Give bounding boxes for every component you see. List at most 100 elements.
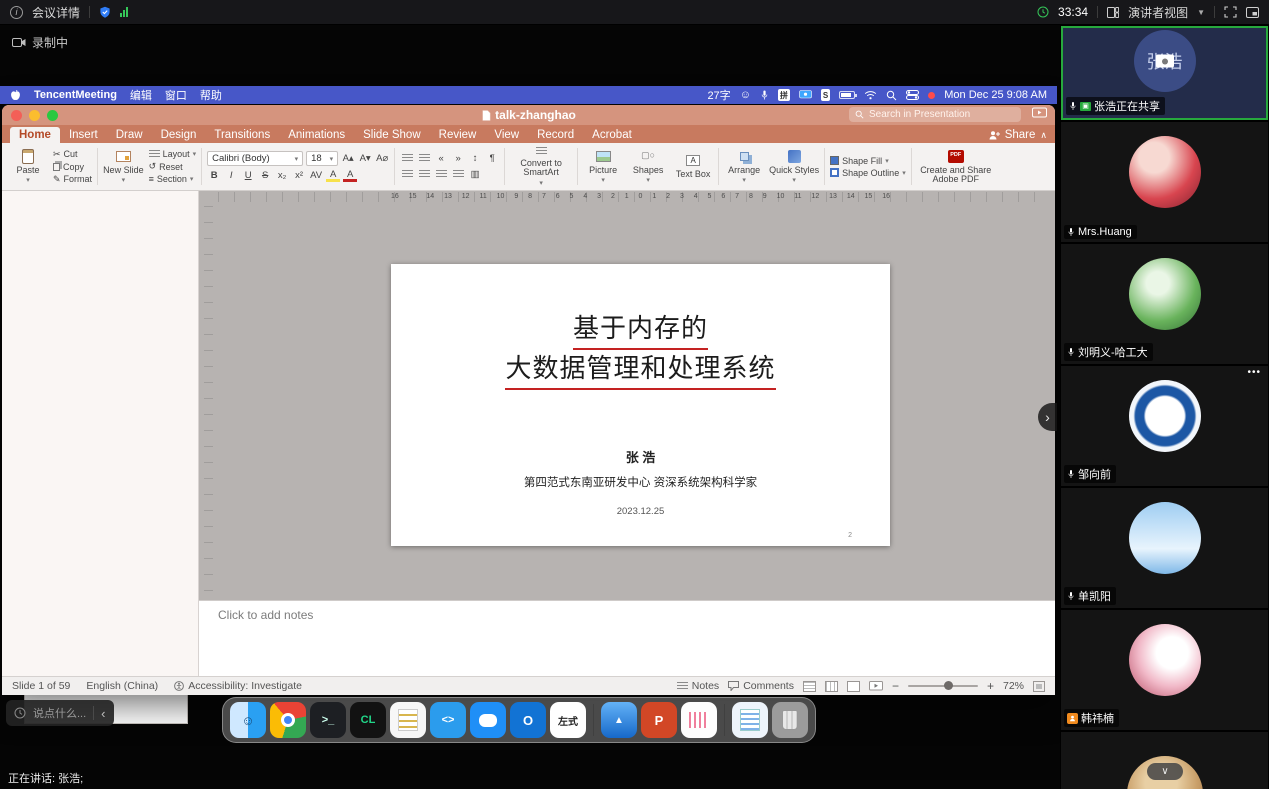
bullets-button[interactable] xyxy=(400,152,414,165)
mic-status-icon[interactable] xyxy=(760,89,769,101)
italic-button[interactable]: I xyxy=(224,169,238,182)
screen-mirroring-icon[interactable] xyxy=(799,90,812,100)
notes-pane[interactable]: Click to add notes xyxy=(199,600,1055,676)
participant-tile-zouxiangqian[interactable]: ••• 邹向前 xyxy=(1061,366,1268,486)
section-button[interactable]: ≡Section▾ xyxy=(149,174,197,184)
fullscreen-icon[interactable] xyxy=(1224,6,1237,18)
notes-toggle-button[interactable]: Notes xyxy=(677,680,719,692)
quick-styles-button[interactable]: Quick Styles ▾ xyxy=(769,146,819,187)
tab-review[interactable]: Review xyxy=(430,127,486,143)
outlook-icon[interactable]: O xyxy=(510,702,546,738)
tab-view[interactable]: View xyxy=(485,127,528,143)
menubar-clock[interactable]: Mon Dec 25 9:08 AM xyxy=(944,89,1047,101)
trash-icon[interactable] xyxy=(772,702,808,738)
zoom-out-button[interactable]: − xyxy=(892,679,899,693)
paste-button[interactable]: Paste ▾ xyxy=(8,146,48,187)
tab-animations[interactable]: Animations xyxy=(279,127,354,143)
normal-view-button[interactable] xyxy=(803,681,816,692)
sidebar-scroll-down-button[interactable]: ∨ xyxy=(1147,763,1183,780)
tab-record[interactable]: Record xyxy=(528,127,583,143)
tab-acrobat[interactable]: Acrobat xyxy=(583,127,641,143)
zoom-window-button[interactable] xyxy=(47,110,58,121)
menubar-menu-help[interactable]: 帮助 xyxy=(200,87,222,103)
sogou-input-icon[interactable]: S xyxy=(821,89,830,101)
highlight-color-button[interactable]: A xyxy=(326,169,340,182)
close-window-button[interactable] xyxy=(11,110,22,121)
messages-icon[interactable] xyxy=(470,702,506,738)
bold-button[interactable]: B xyxy=(207,169,221,182)
font-name-select[interactable]: Calibri (Body)▾ xyxy=(207,151,303,166)
minimize-window-button[interactable] xyxy=(29,110,40,121)
layout-button[interactable]: Layout▾ xyxy=(149,149,197,159)
increase-font-button[interactable]: A▴ xyxy=(341,152,355,165)
clion-icon[interactable]: CL xyxy=(350,702,386,738)
chat-input[interactable]: 说点什么... ‹ xyxy=(6,700,114,726)
subscript-button[interactable]: x₂ xyxy=(275,169,289,182)
clear-formatting-button[interactable]: A⌀ xyxy=(375,152,389,165)
reset-button[interactable]: ↺Reset xyxy=(149,161,197,172)
texteditor-icon[interactable] xyxy=(732,702,768,738)
activity-monitor-icon[interactable] xyxy=(681,702,717,738)
align-center-button[interactable] xyxy=(417,168,431,181)
arrange-button[interactable]: Arrange ▾ xyxy=(724,146,764,187)
text-direction-button[interactable]: ¶ xyxy=(485,152,499,165)
comments-toggle-button[interactable]: Comments xyxy=(728,680,794,692)
input-method-icon[interactable]: 拼 xyxy=(778,89,790,101)
terminal-icon[interactable]: >_ xyxy=(310,702,346,738)
participant-tile-hanyinan[interactable]: 韩祎楠 xyxy=(1061,610,1268,730)
view-mode-selector[interactable]: 演讲者视图 xyxy=(1128,4,1188,21)
columns-button[interactable]: ▥ xyxy=(468,168,482,181)
zoom-in-button[interactable]: + xyxy=(987,679,994,693)
collapse-ribbon-icon[interactable]: ∧ xyxy=(1040,130,1047,141)
participant-tile-partial[interactable] xyxy=(1061,732,1268,789)
accessibility-status[interactable]: Accessibility: Investigate xyxy=(174,680,302,692)
view-mode-caret[interactable]: ▼ xyxy=(1197,8,1205,17)
participant-tile-zhanghao[interactable]: 张浩 ▣ 张浩正在共享 xyxy=(1061,26,1268,120)
tab-design[interactable]: Design xyxy=(152,127,206,143)
character-spacing-button[interactable]: AV xyxy=(309,169,323,182)
slide-canvas[interactable]: 基于内存的 大数据管理和处理系统 张 浩 第四范式东南亚研发中心 资深系统架构科… xyxy=(391,264,890,546)
info-icon[interactable]: i xyxy=(10,6,23,19)
tab-draw[interactable]: Draw xyxy=(107,127,152,143)
numbering-button[interactable] xyxy=(417,152,431,165)
new-slide-button[interactable]: New Slide ▾ xyxy=(103,146,144,187)
align-right-button[interactable] xyxy=(434,168,448,181)
menubar-menu-edit[interactable]: 编辑 xyxy=(130,87,152,103)
participant-tile-liumingyi[interactable]: 刘明义-哈工大 xyxy=(1061,244,1268,364)
float-window-icon[interactable] xyxy=(1246,7,1259,18)
underline-button[interactable]: U xyxy=(241,169,255,182)
slideshow-view-button[interactable] xyxy=(869,681,883,692)
tile-more-menu[interactable]: ••• xyxy=(1247,367,1261,378)
menubar-app-name[interactable]: TencentMeeting xyxy=(34,89,117,101)
line-spacing-button[interactable]: ↕ xyxy=(468,152,482,165)
vscode-icon[interactable]: <> xyxy=(430,702,466,738)
cut-button[interactable]: ✂Cut xyxy=(53,149,92,160)
decrease-font-button[interactable]: A▾ xyxy=(358,152,372,165)
fit-to-window-button[interactable] xyxy=(1033,681,1045,692)
format-painter-button[interactable]: ✎Format xyxy=(53,174,92,185)
shapes-button[interactable]: ▢○ Shapes ▾ xyxy=(628,146,668,187)
picture-button[interactable]: Picture ▾ xyxy=(583,146,623,187)
participant-tile-shankaiyang[interactable]: 单凯阳 xyxy=(1061,488,1268,608)
tab-home[interactable]: Home xyxy=(10,127,60,143)
chat-collapse-button[interactable]: ‹ xyxy=(101,706,105,721)
shape-fill-button[interactable]: Shape Fill▾ xyxy=(830,156,906,166)
wifi-icon[interactable] xyxy=(864,90,877,100)
meeting-details-button[interactable]: 会议详情 xyxy=(32,4,80,21)
strikethrough-button[interactable]: S xyxy=(258,169,272,182)
spotlight-search-icon[interactable] xyxy=(886,90,897,101)
increase-indent-button[interactable]: » xyxy=(451,152,465,165)
align-left-button[interactable] xyxy=(400,168,414,181)
font-size-select[interactable]: 18▾ xyxy=(306,151,338,166)
tab-transitions[interactable]: Transitions xyxy=(205,127,279,143)
slide-sorter-view-button[interactable] xyxy=(825,681,838,692)
zoom-slider-knob[interactable] xyxy=(944,681,953,690)
copy-button[interactable]: Copy xyxy=(53,162,92,172)
text-box-button[interactable]: A Text Box xyxy=(673,146,713,187)
justify-button[interactable] xyxy=(451,168,465,181)
search-in-presentation[interactable]: Search in Presentation xyxy=(849,107,1021,122)
convert-smartart-button[interactable]: Convert to SmartArt ▾ xyxy=(510,146,572,187)
tab-insert[interactable]: Insert xyxy=(60,127,107,143)
shape-outline-button[interactable]: Shape Outline▾ xyxy=(830,168,906,178)
network-signal-icon[interactable] xyxy=(120,7,128,17)
